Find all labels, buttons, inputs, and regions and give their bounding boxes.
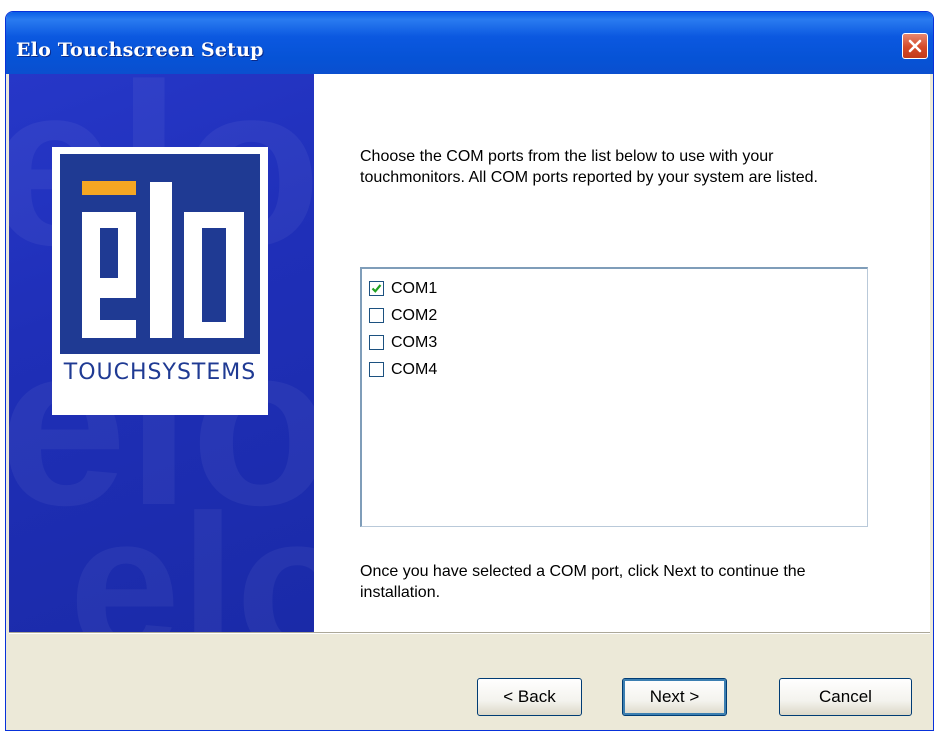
cancel-button[interactable]: Cancel (779, 678, 912, 716)
content-panel: Choose the COM ports from the list below… (314, 74, 930, 632)
checkbox-com1[interactable] (369, 281, 384, 296)
port-label: COM4 (391, 360, 438, 378)
list-item[interactable]: COM2 (369, 302, 867, 329)
port-label: COM3 (391, 333, 438, 351)
window-title: Elo Touchscreen Setup (16, 39, 264, 61)
com-port-list[interactable]: COM1 COM2 COM3 COM4 (360, 267, 868, 527)
divider (9, 632, 930, 634)
title-bar[interactable]: Elo Touchscreen Setup (6, 12, 933, 74)
close-icon (908, 39, 922, 53)
elo-logo: TOUCHSYSTEMS (52, 147, 268, 415)
elo-logo-mark (60, 154, 260, 354)
elo-wordmark-graphic (82, 181, 244, 338)
setup-window: Elo Touchscreen Setup elo elo elo (5, 11, 934, 731)
outro-text: Once you have selected a COM port, click… (360, 563, 806, 601)
elo-banner: elo elo elo TOUCHSYSTEMS (9, 74, 314, 632)
checkbox-com2[interactable] (369, 308, 384, 323)
list-item[interactable]: COM3 (369, 329, 867, 356)
close-button[interactable] (902, 33, 928, 59)
port-label: COM1 (391, 279, 438, 297)
svg-text:elo: elo (69, 474, 314, 632)
checkbox-com4[interactable] (369, 362, 384, 377)
checkbox-com3[interactable] (369, 335, 384, 350)
dialog-body: elo elo elo TOUCHSYSTEMS Choose the COM … (9, 74, 930, 730)
next-button[interactable]: Next > (622, 678, 727, 716)
back-button[interactable]: < Back (477, 678, 582, 716)
port-label: COM2 (391, 306, 438, 324)
list-item[interactable]: COM4 (369, 356, 867, 383)
intro-text: Choose the COM ports from the list below… (360, 148, 818, 186)
list-item[interactable]: COM1 (369, 275, 867, 302)
checkmark-icon (371, 284, 382, 293)
logo-subtitle: TOUCHSYSTEMS (63, 360, 257, 385)
